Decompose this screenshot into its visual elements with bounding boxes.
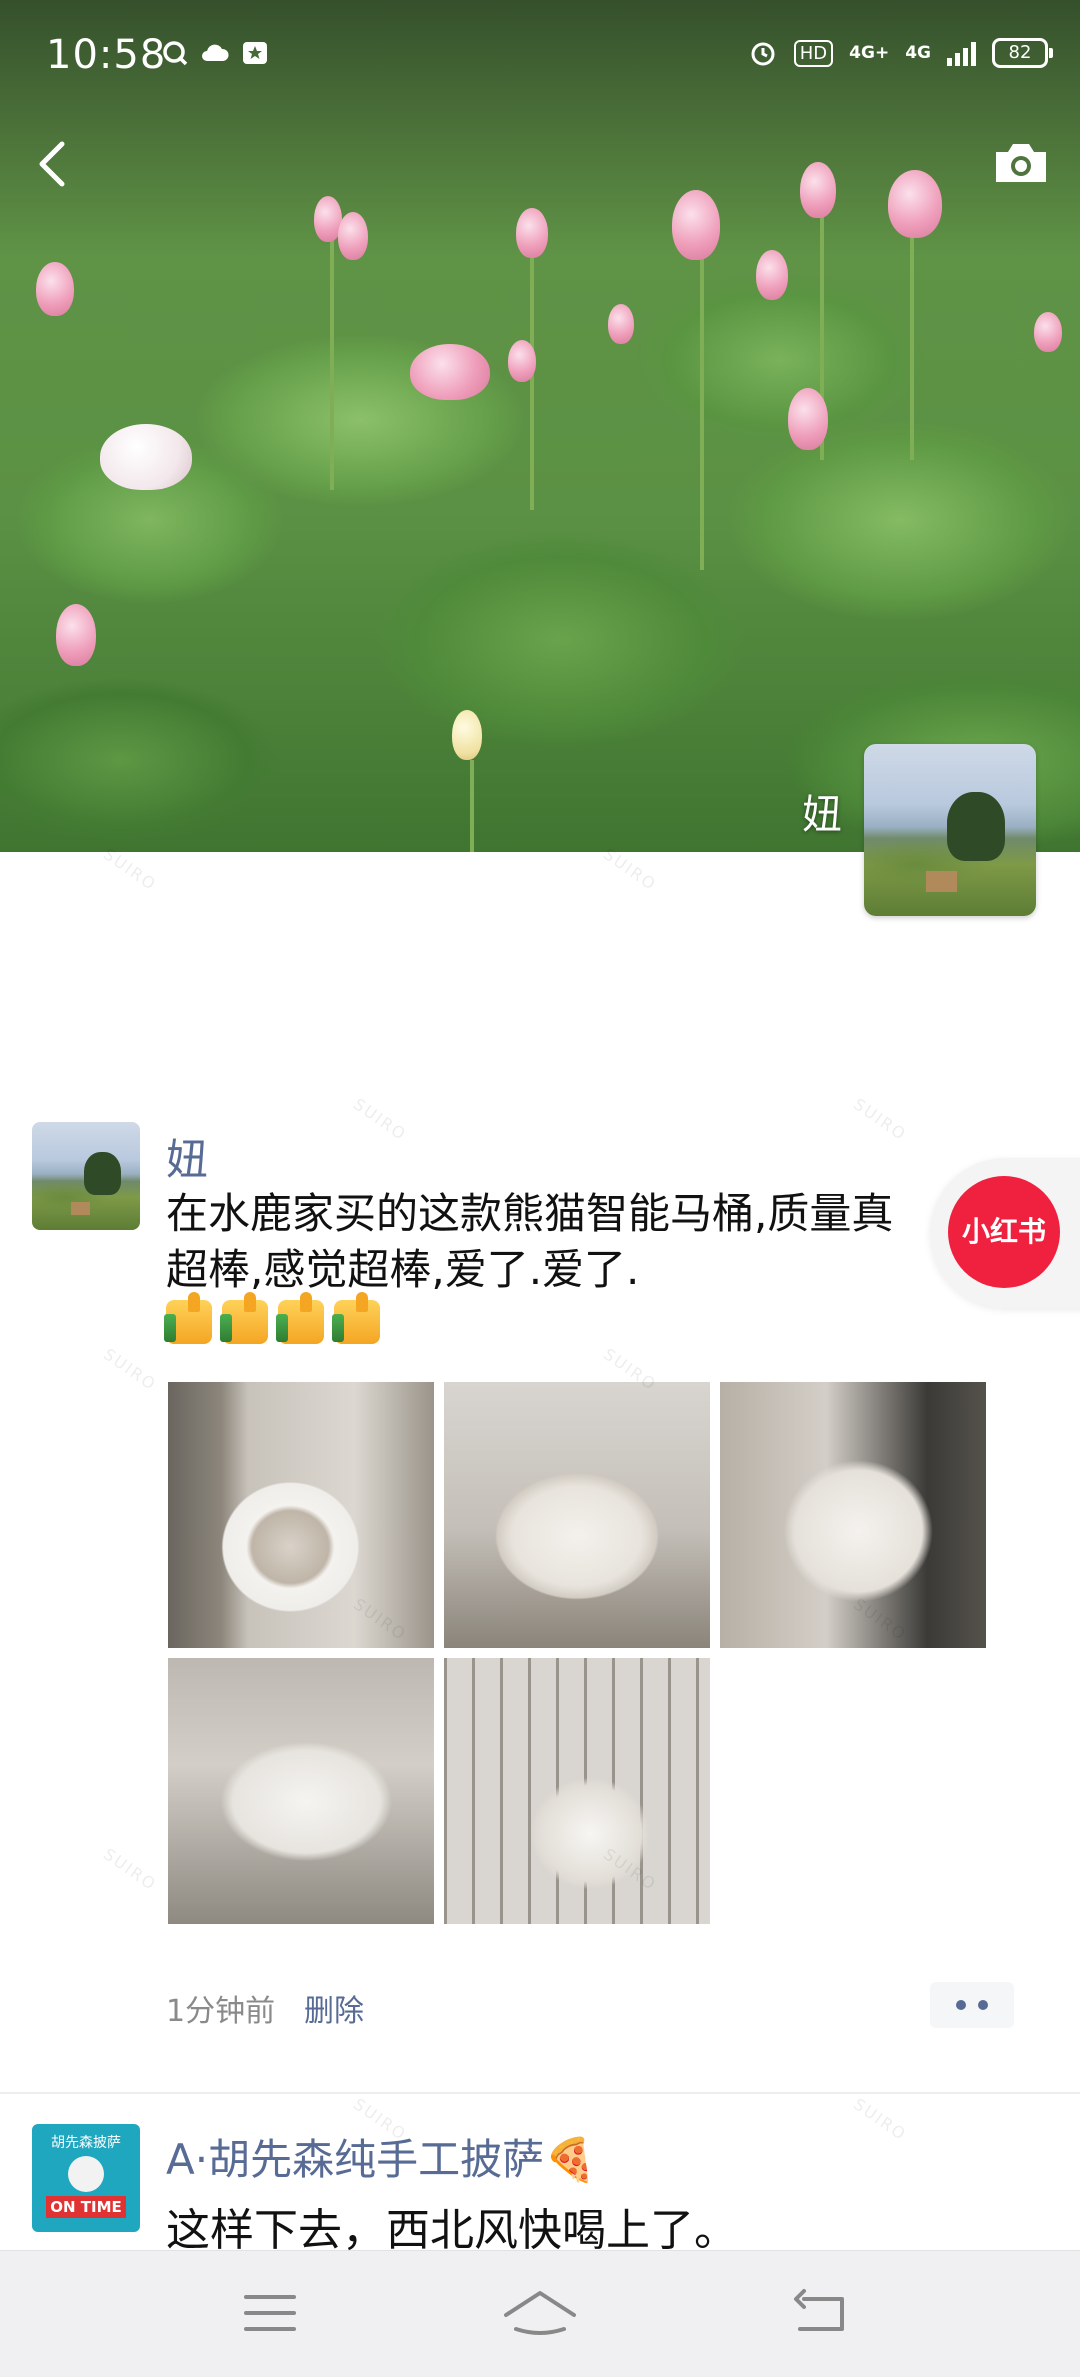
profile-avatar[interactable] [864, 744, 1036, 916]
thumbs-up-emojis [164, 1292, 380, 1344]
star-badge-icon [243, 42, 267, 64]
cloud-icon [202, 44, 229, 61]
back-icon[interactable] [30, 136, 78, 192]
avatar-logo-text: 胡先森披萨 [51, 2135, 121, 2151]
delete-link[interactable]: 删除 [304, 1986, 364, 2030]
thumbs-up-icon [164, 1292, 212, 1344]
comment-author-avatar[interactable]: 胡先森披萨 ON TIME [32, 2124, 140, 2232]
system-nav-bar [0, 2250, 1080, 2377]
avatar-landscape-image [32, 1122, 140, 1230]
q-app-icon [163, 41, 188, 66]
back-nav-icon[interactable] [790, 2285, 850, 2341]
watermark: SUIRO [100, 1844, 161, 1895]
battery-icon: 82 [992, 38, 1053, 68]
status-notification-icons [160, 38, 270, 68]
post-author-avatar[interactable] [32, 1122, 140, 1230]
watermark: SUIRO [100, 1344, 161, 1395]
thumbs-up-icon [276, 1292, 324, 1344]
post-time: 1分钟前 [166, 1994, 276, 2029]
status-bar: 10:58 HD 4G+ 4G 82 [0, 0, 1080, 116]
more-actions-button[interactable] [930, 1982, 1014, 2028]
status-system-icons: HD 4G+ 4G 82 [748, 38, 1053, 68]
signal-icon [947, 40, 976, 66]
alarm-icon [751, 42, 775, 66]
thumbs-up-icon [332, 1292, 380, 1344]
cover-image[interactable] [0, 0, 1080, 852]
post-photo-1[interactable] [168, 1382, 434, 1648]
avatar-logo-tag: ON TIME [46, 2196, 126, 2218]
thumbs-up-icon [220, 1292, 268, 1344]
network-4g-plus: 4G+ [849, 43, 890, 63]
comment-text: 这样下去，西北风快喝上了。 [166, 2205, 738, 2256]
home-icon[interactable] [500, 2285, 580, 2341]
watermark: SUIRO [850, 1094, 911, 1145]
comment-divider [0, 2092, 1080, 2094]
network-4g: 4G [905, 43, 931, 63]
watermark: SUIRO [350, 1094, 411, 1145]
avatar-figure [68, 2156, 104, 2192]
camera-icon[interactable] [992, 140, 1050, 186]
post-photo-5[interactable] [444, 1658, 710, 1924]
menu-icon[interactable] [240, 2285, 300, 2341]
post-author-name[interactable]: 妞 [166, 1126, 208, 1187]
post-photo-2[interactable] [444, 1382, 710, 1648]
hd-icon: HD [793, 39, 834, 67]
comment-author-name[interactable]: A·胡先森纯手工披萨🍕 [166, 2126, 596, 2187]
post-text: 在水鹿家买的这款熊猫智能马桶,质量真 超棒,感觉超棒,爱了.爱了. [166, 1189, 894, 1294]
profile-name: 妞 [802, 792, 842, 838]
watermark: SUIRO [850, 2094, 911, 2145]
status-time: 10:58 [46, 32, 167, 78]
post-photo-4[interactable] [168, 1658, 434, 1924]
avatar-landscape-image [864, 744, 1036, 916]
